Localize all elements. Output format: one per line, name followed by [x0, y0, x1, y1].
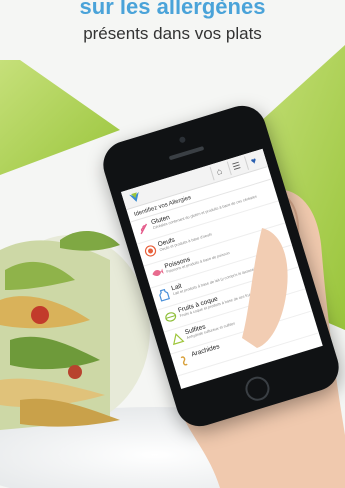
- wheat-icon: [140, 223, 148, 235]
- heart-icon[interactable]: ♥: [243, 152, 263, 170]
- fish-icon: [152, 268, 164, 277]
- nut-icon: [165, 312, 177, 322]
- milk-icon: [159, 288, 171, 302]
- app-logo-icon: [129, 191, 139, 202]
- app-promo-screen: sur les allergènes présents dans vos pla…: [0, 0, 345, 488]
- menu-icon[interactable]: ☰: [226, 157, 246, 176]
- peanut-icon: [180, 356, 188, 366]
- thumb: [242, 228, 288, 348]
- egg-icon: [144, 245, 157, 257]
- sulfite-icon: [173, 332, 185, 346]
- headline-line-2: présents dans vos plats: [83, 24, 262, 43]
- home-icon[interactable]: ⌂: [209, 162, 228, 181]
- headline-line-1: sur les allergènes: [79, 0, 266, 19]
